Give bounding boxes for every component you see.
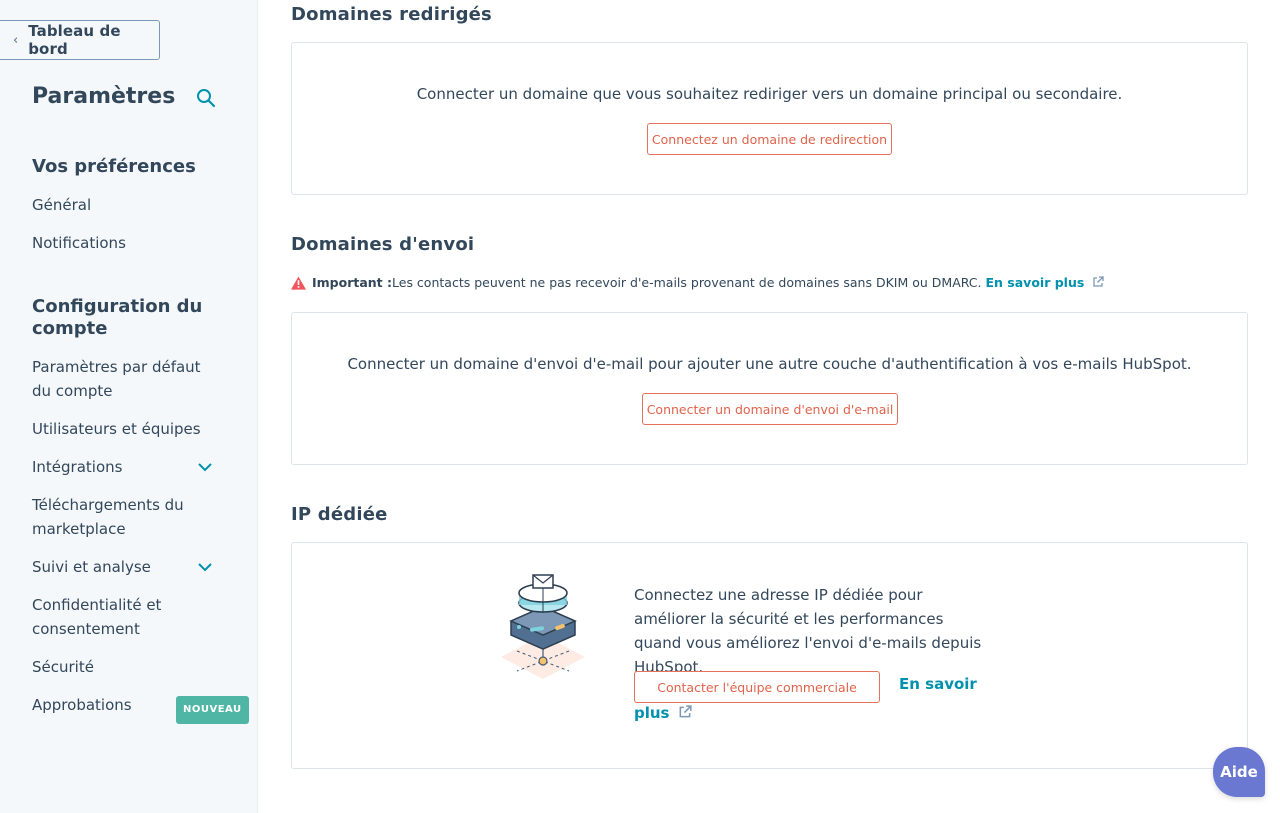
sidebar-item-approvals[interactable]: Approbations NOUVEAU	[32, 693, 249, 724]
dedicated-ip-card: Connectez une adresse IP dédiée pour amé…	[291, 542, 1248, 769]
sidebar-item-label: Intégrations	[32, 458, 123, 476]
settings-sidebar: ‹ Tableau de bord Paramètres Vos préfére…	[0, 0, 258, 813]
sending-domains-title: Domaines d'envoi	[291, 234, 475, 255]
help-button[interactable]: Aide	[1213, 747, 1265, 797]
redirected-domains-card: Connecter un domaine que vous souhaitez …	[291, 42, 1248, 195]
dedicated-ip-description: Connectez une adresse IP dédiée pour amé…	[634, 586, 982, 676]
connect-sending-domain-button[interactable]: Connecter un domaine d'envoi d'e-mail	[642, 393, 898, 425]
sidebar-item-privacy-consent[interactable]: Confidentialité et consentement	[32, 593, 182, 641]
new-badge: NOUVEAU	[176, 696, 249, 724]
connect-redirect-domain-button[interactable]: Connectez un domaine de redirection	[647, 123, 892, 155]
redirected-domains-description: Connecter un domaine que vous souhaitez …	[416, 85, 1123, 103]
external-link-icon	[1093, 276, 1104, 287]
contact-sales-button[interactable]: Contacter l'équipe commerciale	[634, 671, 880, 703]
sidebar-item-label: Suivi et analyse	[32, 558, 151, 576]
warning-icon	[291, 275, 306, 290]
learn-more-link-label: plus	[634, 704, 670, 722]
learn-more-link[interactable]: En savoir plus	[986, 275, 1104, 290]
sidebar-item-label: Notifications	[32, 234, 126, 252]
sidebar-item-label: Utilisateurs et équipes	[32, 420, 201, 438]
sidebar-item-integrations[interactable]: Intégrations	[32, 455, 222, 479]
sidebar-item-label: Paramètres par défaut du compte	[32, 358, 201, 400]
dedicated-ip-server-illustration	[501, 574, 585, 679]
dkim-warning-alert: Important : Les contacts peuvent ne pas …	[291, 275, 1104, 290]
search-icon[interactable]	[196, 88, 216, 108]
back-button-label: Tableau de bord	[28, 22, 121, 58]
back-to-dashboard-button[interactable]: ‹ Tableau de bord	[0, 20, 160, 60]
chevron-down-icon[interactable]	[198, 455, 212, 479]
sidebar-item-label: Téléchargements du marketplace	[32, 496, 184, 538]
sidebar-item-marketplace-downloads[interactable]: Téléchargements du marketplace	[32, 493, 192, 541]
chevron-down-icon[interactable]	[198, 555, 212, 579]
external-link-icon	[679, 705, 692, 718]
sending-domains-card: Connecter un domaine d'envoi d'e-mail po…	[291, 312, 1248, 465]
alert-text: Les contacts peuvent ne pas recevoir d'e…	[392, 275, 982, 290]
sidebar-section-account-config: Configuration du compte	[32, 296, 203, 339]
dedicated-ip-title: IP dédiée	[291, 504, 388, 525]
dedicated-ip-learn-more-link-continued[interactable]: plus	[634, 704, 692, 722]
sidebar-item-tracking-analytics[interactable]: Suivi et analyse	[32, 555, 222, 579]
sidebar-item-users-teams[interactable]: Utilisateurs et équipes	[32, 417, 222, 441]
alert-label: Important :	[312, 275, 393, 290]
sidebar-item-label: Confidentialité et consentement	[32, 596, 162, 638]
learn-more-link-label: En savoir plus	[985, 275, 1085, 290]
sidebar-item-security[interactable]: Sécurité	[32, 655, 222, 679]
sidebar-title: Paramètres	[32, 84, 176, 109]
redirected-domains-title: Domaines redirigés	[291, 4, 492, 25]
sending-domains-description: Connecter un domaine d'envoi d'e-mail po…	[347, 355, 1192, 373]
sidebar-item-label: Sécurité	[32, 658, 94, 676]
sidebar-item-label: Général	[32, 196, 92, 214]
sidebar-item-notifications[interactable]: Notifications	[32, 231, 222, 255]
chevron-left-icon: ‹	[13, 32, 19, 48]
main-content: Domaines redirigés Connecter un domaine …	[259, 0, 1280, 813]
dedicated-ip-learn-more-link[interactable]: En savoir	[899, 675, 977, 693]
sidebar-item-account-defaults[interactable]: Paramètres par défaut du compte	[32, 355, 212, 403]
sidebar-item-general[interactable]: Général	[32, 193, 222, 217]
sidebar-item-label: Approbations	[32, 696, 132, 714]
sidebar-section-preferences: Vos préférences	[32, 156, 196, 177]
